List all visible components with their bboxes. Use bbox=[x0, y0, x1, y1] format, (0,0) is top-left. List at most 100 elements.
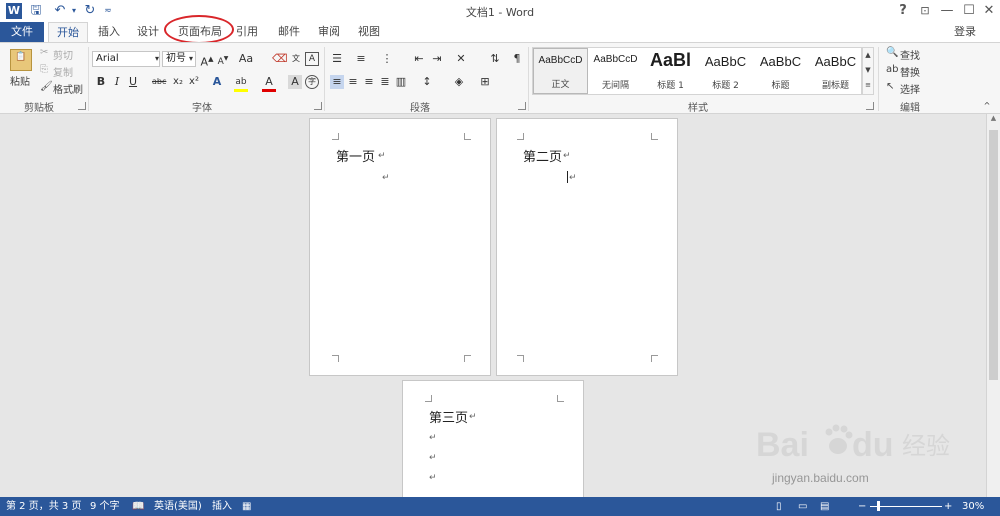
style-heading2[interactable]: AaBbC 标题 2 bbox=[698, 48, 753, 94]
styles-launcher-icon[interactable] bbox=[866, 102, 874, 110]
tab-mailings[interactable]: 邮件 bbox=[274, 22, 304, 42]
paragraph-launcher-icon[interactable] bbox=[518, 102, 526, 110]
find-icon[interactable]: 🔍 bbox=[886, 47, 898, 58]
replace-button[interactable]: 替换 bbox=[900, 64, 920, 79]
word-count[interactable]: 9 个字 bbox=[90, 497, 120, 516]
enclose-characters-icon[interactable]: 字 bbox=[305, 75, 319, 89]
bullets-icon[interactable]: ☰ bbox=[330, 52, 344, 66]
italic-icon[interactable]: I bbox=[110, 75, 124, 89]
chevron-up-icon[interactable]: ▲ bbox=[863, 48, 873, 63]
tab-design[interactable]: 设计 bbox=[130, 22, 166, 42]
shading-icon[interactable]: ◈ bbox=[452, 75, 466, 89]
macro-icon[interactable]: ▦ bbox=[242, 497, 251, 516]
crop-mark bbox=[332, 355, 339, 362]
page-2[interactable]: 第二页 ↵ ↵ bbox=[496, 118, 678, 376]
character-shading-icon[interactable]: A bbox=[288, 75, 302, 89]
collapse-ribbon-icon[interactable]: ^ bbox=[980, 99, 994, 113]
shrink-font-icon[interactable]: A▼ bbox=[216, 52, 230, 67]
help-button[interactable]: ? bbox=[892, 2, 914, 20]
align-right-icon[interactable]: ≡ bbox=[362, 75, 376, 89]
style-subtitle[interactable]: AaBbC 副标题 bbox=[808, 48, 863, 94]
highlight-annotation-circle bbox=[164, 15, 234, 44]
replace-icon[interactable]: ab bbox=[886, 64, 898, 75]
character-border-icon[interactable]: A bbox=[305, 52, 319, 66]
grow-font-icon[interactable]: A▲ bbox=[200, 52, 214, 69]
print-layout-icon[interactable]: ▭ bbox=[798, 497, 807, 516]
style-heading1[interactable]: AaBl 标题 1 bbox=[643, 48, 698, 94]
language-status[interactable]: 英语(美国) bbox=[154, 497, 202, 516]
more-styles-icon[interactable]: ≡ bbox=[863, 78, 873, 92]
clipboard-launcher-icon[interactable] bbox=[78, 102, 86, 110]
scroll-thumb[interactable] bbox=[989, 130, 998, 380]
page-1[interactable]: 第一页 ↵ ↵ bbox=[309, 118, 491, 376]
style-no-spacing[interactable]: AaBbCcD 无间隔 bbox=[588, 48, 643, 94]
chinese-layout-icon[interactable]: ✕ bbox=[454, 52, 468, 66]
style-normal[interactable]: AaBbCcD 正文 bbox=[533, 48, 588, 94]
change-case-button[interactable]: Aa bbox=[236, 52, 256, 66]
ribbon-display-icon[interactable]: ⊡ bbox=[914, 2, 936, 20]
clear-formatting-icon[interactable]: ⌫ bbox=[272, 52, 288, 66]
distributed-icon[interactable]: ▥ bbox=[394, 75, 408, 89]
copy-button[interactable]: 复制 bbox=[53, 64, 73, 79]
minimize-button[interactable]: — bbox=[936, 2, 958, 20]
underline-icon[interactable]: U bbox=[126, 75, 140, 89]
sort-icon[interactable]: ⇅ bbox=[488, 52, 502, 66]
close-button[interactable]: ✕ bbox=[978, 2, 1000, 20]
web-layout-icon[interactable]: ▤ bbox=[820, 497, 829, 516]
paste-icon[interactable]: 📋 bbox=[10, 49, 32, 71]
highlight-color-icon[interactable]: ab bbox=[234, 75, 248, 92]
zoom-level[interactable]: 30% bbox=[962, 497, 984, 516]
show-marks-icon[interactable]: ¶ bbox=[510, 52, 524, 66]
scroll-up-icon[interactable]: ▲ bbox=[987, 114, 1000, 122]
copy-icon[interactable]: ⎘ bbox=[40, 64, 48, 75]
chevron-down-icon[interactable]: ▼ bbox=[863, 63, 873, 78]
numbering-icon[interactable]: ≡ bbox=[354, 52, 368, 66]
align-left-icon[interactable]: ≡ bbox=[330, 75, 344, 89]
bold-icon[interactable]: B bbox=[94, 75, 108, 89]
paste-button[interactable]: 粘贴 bbox=[10, 73, 30, 88]
font-color-icon[interactable]: A bbox=[262, 75, 276, 92]
font-launcher-icon[interactable] bbox=[314, 102, 322, 110]
zoom-slider-thumb[interactable] bbox=[877, 501, 880, 511]
style-title[interactable]: AaBbC 标题 bbox=[753, 48, 808, 94]
cut-button[interactable]: 剪切 bbox=[53, 47, 73, 62]
crop-mark bbox=[517, 133, 524, 140]
find-button[interactable]: 查找 bbox=[900, 47, 920, 62]
cut-icon[interactable]: ✂ bbox=[40, 47, 48, 58]
line-spacing-icon[interactable]: ↕ bbox=[420, 75, 434, 89]
insert-mode[interactable]: 插入 bbox=[212, 497, 232, 516]
page-count[interactable]: 第 2 页，共 3 页 bbox=[6, 497, 81, 516]
tab-insert[interactable]: 插入 bbox=[92, 22, 126, 42]
tab-home[interactable]: 开始 bbox=[48, 22, 88, 42]
decrease-indent-icon[interactable]: ⇤ bbox=[412, 52, 426, 66]
superscript-icon[interactable]: x² bbox=[187, 75, 201, 89]
zoom-out-icon[interactable]: − bbox=[858, 497, 866, 516]
multilevel-list-icon[interactable]: ⋮ bbox=[380, 52, 394, 66]
proofing-icon[interactable]: 📖 bbox=[132, 497, 144, 516]
tab-references[interactable]: 引用 bbox=[232, 22, 262, 42]
increase-indent-icon[interactable]: ⇥ bbox=[430, 52, 444, 66]
chevron-down-icon[interactable]: ▾ bbox=[184, 52, 198, 66]
page-3[interactable]: 第三页 ↵ ↵ ↵ ↵ bbox=[402, 380, 584, 497]
read-mode-icon[interactable]: ▯ bbox=[776, 497, 782, 516]
justify-icon[interactable]: ≣ bbox=[378, 75, 392, 89]
align-center-icon[interactable]: ≡ bbox=[346, 75, 360, 89]
text-effects-icon[interactable]: A bbox=[210, 75, 224, 89]
maximize-button[interactable]: ☐ bbox=[958, 2, 980, 20]
zoom-in-icon[interactable]: + bbox=[944, 497, 952, 516]
format-painter-icon[interactable]: 🖌 bbox=[40, 81, 53, 92]
sign-in-link[interactable]: 登录 bbox=[954, 22, 976, 42]
font-group-label: 字体 bbox=[192, 103, 212, 114]
styles-scroll[interactable]: ▲ ▼ ≡ bbox=[862, 47, 874, 95]
select-button[interactable]: 选择 bbox=[900, 81, 920, 96]
format-painter-button[interactable]: 格式刷 bbox=[53, 81, 83, 96]
strikethrough-icon[interactable]: abc bbox=[152, 75, 166, 89]
subscript-icon[interactable]: x₂ bbox=[171, 75, 185, 89]
zoom-slider[interactable] bbox=[870, 506, 942, 507]
select-icon[interactable]: ↖ bbox=[886, 81, 894, 92]
tab-file[interactable]: 文件 bbox=[0, 22, 44, 42]
tab-review[interactable]: 审阅 bbox=[314, 22, 344, 42]
borders-icon[interactable]: ⊞ bbox=[478, 75, 492, 89]
phonetic-guide-icon[interactable]: 文 bbox=[289, 52, 303, 66]
tab-view[interactable]: 视图 bbox=[354, 22, 384, 42]
